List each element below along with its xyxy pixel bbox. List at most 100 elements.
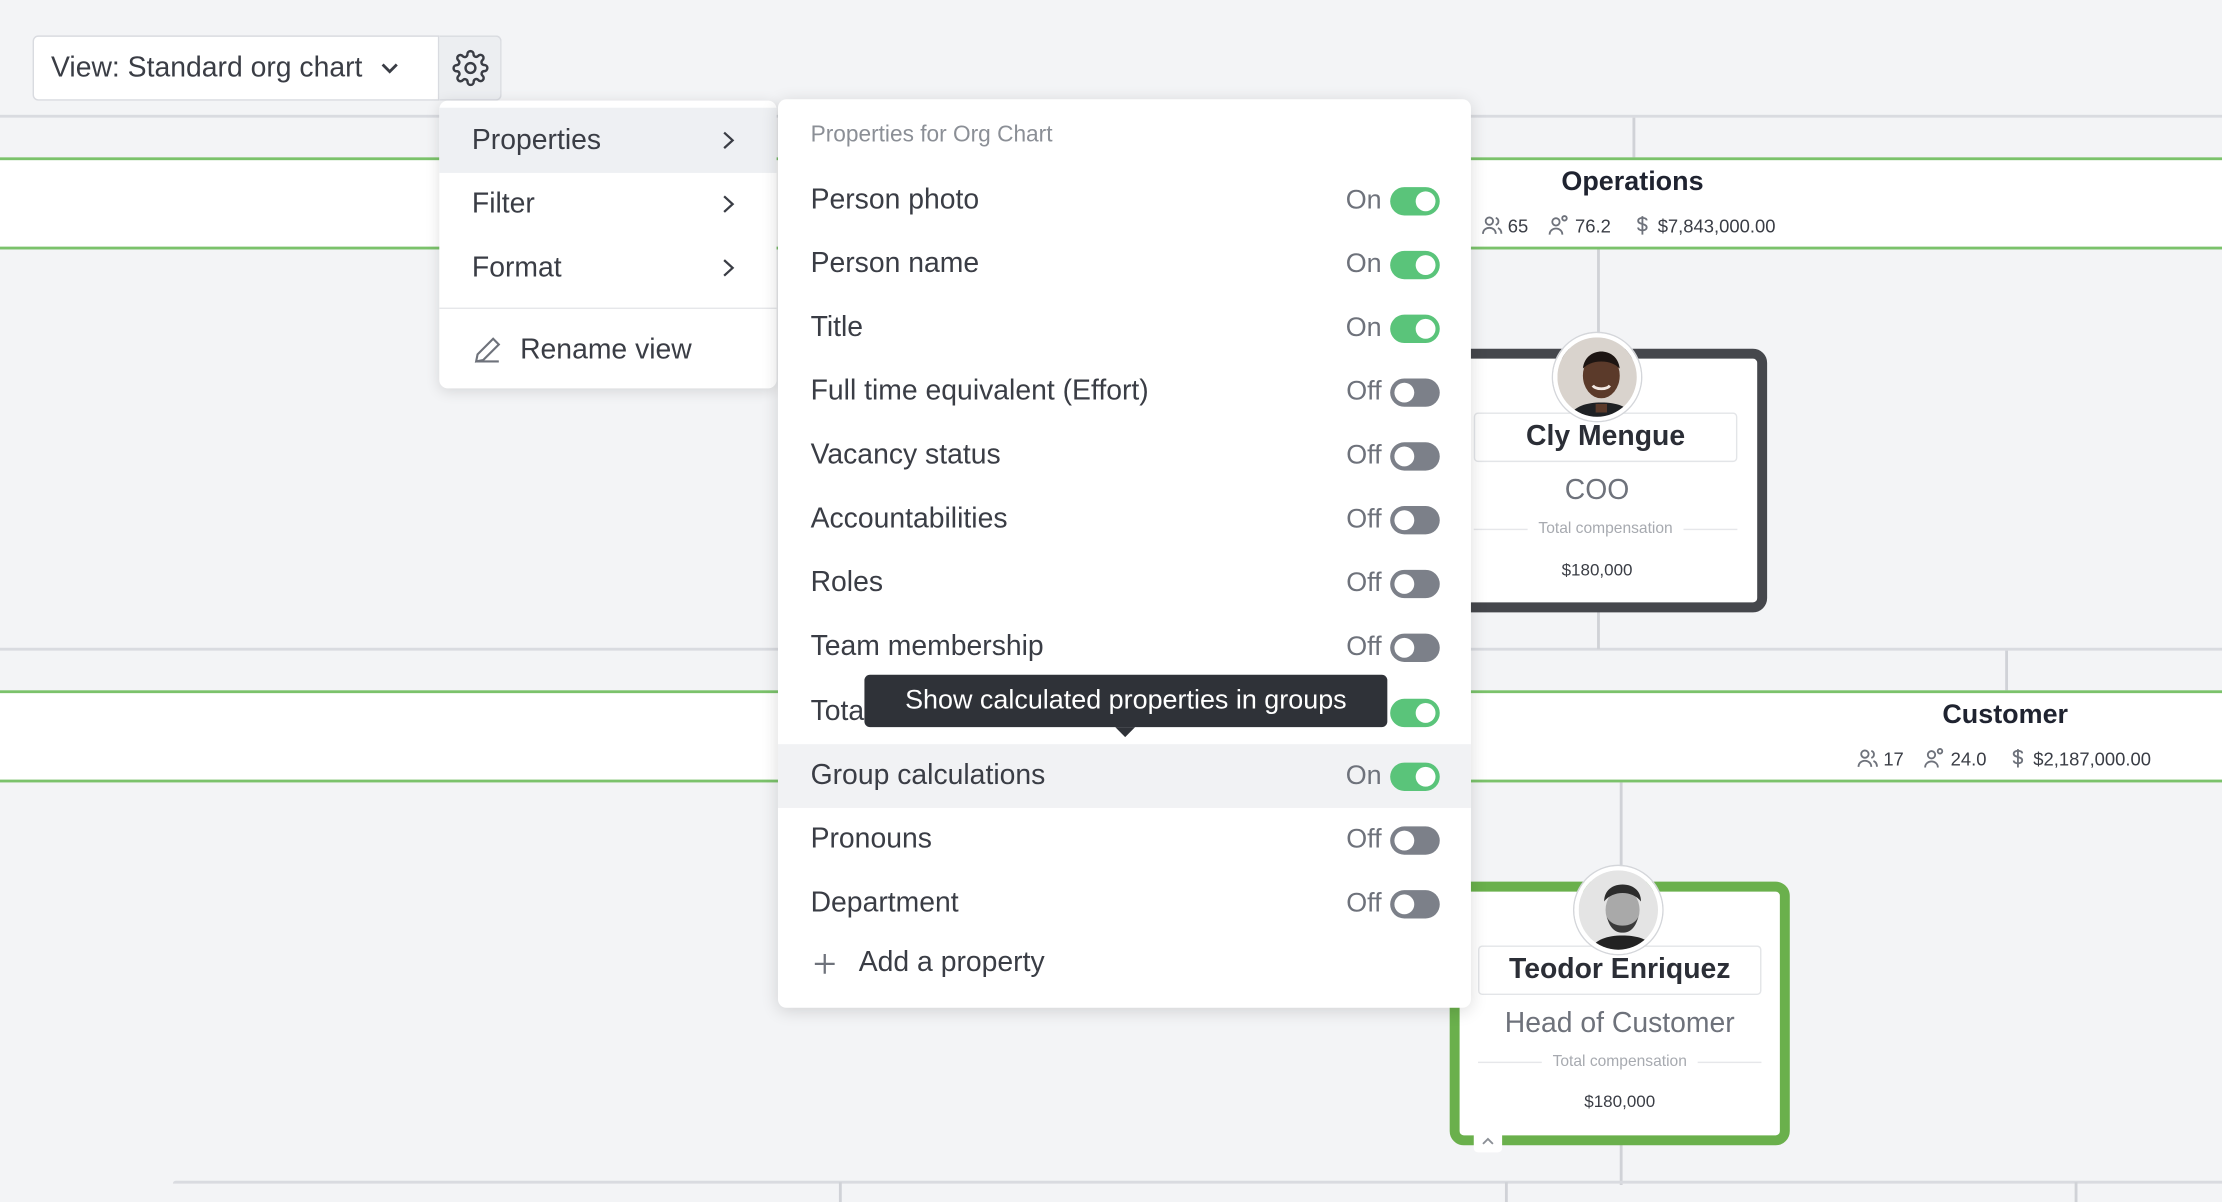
person-photo[interactable]	[1574, 866, 1663, 954]
group-title: Customer	[1942, 700, 2069, 730]
tooltip: Show calculated properties in groups	[864, 674, 1388, 738]
menu-item-filter[interactable]: Filter	[439, 172, 776, 237]
toggle-knob	[1415, 702, 1436, 723]
property-toggle[interactable]	[1390, 186, 1440, 215]
connector-line	[1597, 609, 1600, 650]
property-state: Off	[1346, 376, 1382, 407]
property-state: Off	[1346, 440, 1382, 470]
rename-view-label: Rename view	[520, 333, 692, 365]
property-label: Team membership	[810, 630, 1044, 662]
menu-item-label: Format	[471, 251, 562, 283]
property-row[interactable]: Vacancy status Off	[778, 424, 1471, 488]
group-cost: $7,843,000.00	[1657, 214, 1776, 237]
pencil-icon	[474, 337, 501, 363]
connector-line	[1597, 249, 1600, 335]
menu-item-label: Filter	[471, 187, 535, 219]
person-title: Head of Customer	[1504, 1007, 1735, 1039]
property-row[interactable]: Person photo On	[778, 169, 1471, 233]
property-row[interactable]: Pronouns Off	[778, 808, 1471, 872]
chevron-down-icon	[381, 63, 398, 74]
view-selector[interactable]: View: Standard org chart	[32, 35, 440, 101]
property-toggle[interactable]	[1390, 761, 1440, 791]
plus-icon	[814, 953, 835, 974]
group-people-count: 17	[1883, 747, 1904, 769]
dollar-icon	[2012, 749, 2023, 768]
people-icon	[1857, 749, 1878, 767]
property-label: Department	[810, 887, 959, 919]
group-people-count: 65	[1507, 214, 1529, 237]
property-label: Vacancy status	[810, 439, 1001, 471]
group-stats: 65 76.2 $7,843,000.00	[1481, 214, 1787, 237]
chevron-right-icon	[723, 259, 735, 277]
property-label: Pronouns	[810, 823, 932, 855]
property-row[interactable]: Accountabilities Off	[778, 488, 1471, 552]
property-label: Title	[810, 311, 864, 344]
property-row[interactable]: Team membership Off	[778, 615, 1471, 679]
compensation-label: Total compensation	[1478, 1053, 1761, 1070]
property-row[interactable]: Department Off	[778, 872, 1471, 936]
property-label: Roles	[810, 566, 884, 599]
connector-line	[2074, 1182, 2078, 1202]
property-state: Off	[1346, 824, 1382, 855]
connector-line	[838, 1182, 842, 1202]
property-toggle[interactable]	[1390, 505, 1440, 534]
property-state: Off	[1346, 567, 1382, 598]
menu-item-format[interactable]: Format	[439, 235, 776, 300]
property-row[interactable]: Person name On	[778, 232, 1471, 296]
view-settings-button[interactable]	[439, 35, 502, 101]
property-label: Group calculations	[810, 759, 1046, 791]
connector-line	[2005, 650, 2009, 692]
properties-submenu: Properties for Org Chart Person photo On P…	[777, 99, 1471, 1008]
property-toggle[interactable]	[1390, 313, 1440, 343]
compensation-label: Total compensation	[1474, 520, 1738, 537]
chevron-right-icon	[723, 195, 735, 213]
property-row[interactable]: Full time equivalent (Effort) Off	[778, 360, 1471, 424]
menu-item-properties[interactable]: Properties	[439, 107, 777, 173]
property-state: On	[1345, 312, 1382, 343]
property-label: Person name	[810, 248, 980, 280]
property-toggle[interactable]	[1390, 825, 1440, 855]
toggle-knob	[1415, 190, 1436, 211]
property-row[interactable]: Group calculations On	[777, 744, 1471, 808]
chevron-right-icon	[723, 131, 735, 149]
people-icon	[1482, 216, 1503, 234]
toggle-knob	[1394, 445, 1415, 466]
compensation-value: $180,000	[1584, 1091, 1656, 1112]
collapse-toggle[interactable]	[1473, 1129, 1503, 1153]
connector-line	[1504, 1182, 1508, 1202]
property-row[interactable]: Title On	[778, 296, 1471, 360]
property-toggle[interactable]	[1390, 377, 1440, 407]
submenu-heading: Properties for Org Chart	[810, 123, 1053, 148]
group-cost: $2,187,000.00	[2033, 747, 2152, 769]
person-photo[interactable]	[1553, 333, 1641, 421]
toggle-knob	[1394, 637, 1415, 657]
connector-line	[1632, 117, 1636, 161]
group-stats: 17 24.0 $2,187,000.00	[1856, 747, 2162, 770]
menu-item-label: Properties	[471, 124, 602, 156]
org-chart-canvas: Operations 65 76.2 $7,843,000.00 Custome…	[0, 0, 2222, 1202]
group-title: Operations	[1561, 167, 1704, 198]
fte-icon	[1549, 215, 1569, 235]
toggle-knob	[1394, 573, 1415, 594]
add-property-button[interactable]: Add a property	[811, 947, 1045, 980]
compensation-value: $180,000	[1561, 559, 1633, 580]
connector-line	[172, 1180, 2222, 1184]
property-state: On	[1345, 760, 1382, 791]
property-toggle[interactable]	[1390, 698, 1440, 727]
rename-view-button[interactable]: Rename view	[439, 318, 776, 383]
property-toggle[interactable]	[1390, 889, 1440, 918]
property-toggle[interactable]	[1390, 632, 1440, 662]
property-state: On	[1345, 248, 1382, 279]
connector-line	[1619, 782, 1623, 868]
toggle-knob	[1394, 829, 1415, 850]
property-toggle[interactable]	[1390, 441, 1440, 470]
toggle-knob	[1415, 318, 1436, 339]
property-state: Off	[1346, 888, 1382, 918]
toggle-knob	[1394, 509, 1415, 530]
property-toggle[interactable]	[1390, 250, 1440, 279]
property-row[interactable]: Roles Off	[778, 551, 1471, 615]
property-state: Off	[1346, 503, 1382, 534]
gear-icon	[451, 49, 488, 87]
property-toggle[interactable]	[1390, 569, 1440, 598]
property-label: Full time equivalent (Effort)	[810, 375, 1149, 407]
